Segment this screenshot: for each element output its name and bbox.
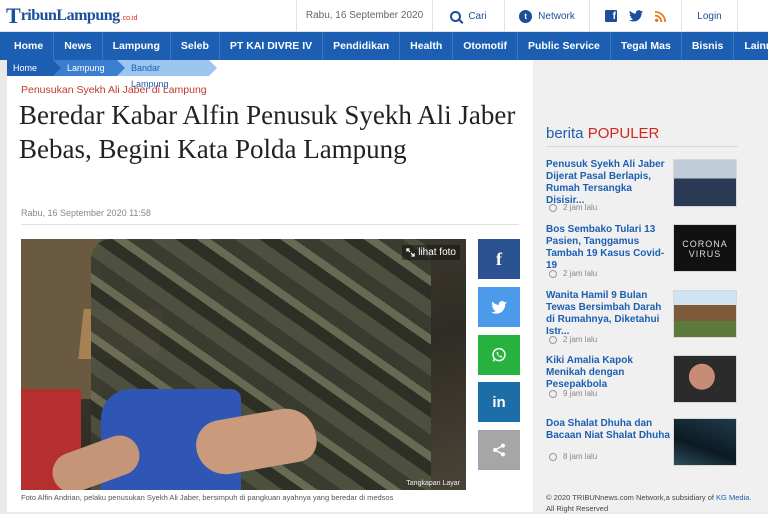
main-nav: Home News Lampung Seleb PT KAI DIVRE IV Pendi… [0,32,768,60]
article-kicker[interactable]: Penusukan Syekh Ali Jaber di Lampung [21,84,207,96]
share-facebook-button[interactable]: f [478,239,520,279]
breadcrumb-home[interactable]: Home [7,60,61,76]
popular-item-title[interactable]: Kiki Amalia Kapok Menikah dengan Pesepak… [546,355,670,391]
breadcrumb: Home Lampung Bandar Lampung [7,60,217,89]
social-links: f [590,0,682,32]
article-date: Rabu, 16 September 2020 11:58 [21,208,151,218]
popular-item-time-text: 9 jam lalu [563,389,598,398]
logo-initial: T [6,3,21,28]
thumbnail-caption: CORONA VIRUS [682,239,728,259]
article-photo[interactable]: lihat foto Tangkapan Layar [21,239,466,490]
login-link[interactable]: Login [682,0,738,32]
popular-item-thumbnail[interactable] [673,159,737,207]
current-date: Rabu, 16 September 2020 [296,0,433,32]
article-title: Beredar Kabar Alfin Penusuk Syekh Ali Ja… [19,100,516,164]
nav-item-health[interactable]: Health [400,32,454,60]
whatsapp-icon [492,347,506,362]
search-label: Cari [468,10,487,22]
breadcrumb-bandar-lampung[interactable]: Bandar Lampung [117,60,217,89]
clock-icon [549,203,557,212]
popular-item-thumbnail[interactable] [673,355,737,403]
popular-item-thumbnail[interactable]: CORONA VIRUS [673,224,737,272]
share-linkedin-button[interactable]: in [478,382,520,422]
twitter-icon [491,300,507,314]
nav-item-public-service[interactable]: Public Service [518,32,611,60]
view-photo-button[interactable]: lihat foto [402,245,460,260]
nav-item-pt-kai-divre-iv[interactable]: PT KAI DIVRE IV [220,32,324,60]
clock-icon [549,452,557,461]
nav-item-lainnya[interactable]: Lainnya [734,32,768,60]
popular-item-time: 2 jam lalu [549,269,597,278]
popular-item-time: 2 jam lalu [549,335,597,344]
site-footer: © 2020 TRIBUNnews.com Network,a subsidia… [546,492,761,514]
logo-text: ribunLampung [20,7,120,24]
divider [21,224,519,225]
popular-item-title[interactable]: Wanita Hamil 9 Bulan Tewas Bersimbah Dar… [546,290,670,338]
share-more-button[interactable] [478,430,520,470]
facebook-icon: f [496,248,502,269]
network-label: Network [538,10,575,22]
popular-item-title[interactable]: Bos Sembako Tulari 13 Pasien, Tanggamus … [546,224,670,272]
popular-item-time: 8 jam lalu [549,452,597,461]
popular-item-time: 2 jam lalu [549,203,597,212]
popular-heading: berita POPULER [546,125,659,142]
article-area: Home Lampung Bandar Lampung Penusukan Sy… [7,60,533,512]
popular-item-time: 9 jam lalu [549,389,597,398]
nav-item-bisnis[interactable]: Bisnis [682,32,735,60]
nav-item-tegal-mas[interactable]: Tegal Mas [611,32,682,60]
network-button[interactable]: t Network [505,0,590,32]
clock-icon [549,389,557,398]
view-photo-label: lihat foto [418,247,456,258]
footer-kg-link[interactable]: KG Media [716,493,749,502]
popular-item-time-text: 8 jam lalu [563,452,598,461]
sidebar: berita POPULER Penusuk Syekh Ali Jaber D… [533,60,768,514]
popular-item-title[interactable]: Penusuk Syekh Ali Jaber Dijerat Pasal Be… [546,159,670,207]
linkedin-icon: in [492,393,506,411]
search-button[interactable]: Cari [433,0,505,32]
rss-icon[interactable] [655,10,666,22]
facebook-icon[interactable]: f [605,10,617,22]
nav-item-otomotif[interactable]: Otomotif [453,32,519,60]
share-whatsapp-button[interactable] [478,335,520,375]
top-bar: TribunLampung .co.id Rabu, 16 September 2… [0,0,768,32]
popular-heading-b: POPULER [587,125,660,142]
breadcrumb-lampung[interactable]: Lampung [53,60,125,76]
footer-text: © 2020 TRIBUNnews.com Network,a subsidia… [546,493,717,502]
nav-item-lampung[interactable]: Lampung [103,32,171,60]
nav-item-home[interactable]: Home [0,32,55,60]
expand-icon [406,248,415,257]
share-twitter-button[interactable] [478,287,520,327]
popular-item-title[interactable]: Doa Shalat Dhuha dan Bacaan Niat Shalat … [546,418,670,442]
clock-icon [549,335,557,344]
logo-suffix: .co.id [120,14,138,22]
clock-icon [549,269,557,278]
popular-item-time-text: 2 jam lalu [563,269,598,278]
popular-item-time-text: 2 jam lalu [563,335,598,344]
popular-item-thumbnail[interactable] [673,290,737,338]
photo-caption: Foto Alfin Andrian, pelaku penusukan Sye… [21,493,394,502]
network-icon: t [519,9,533,23]
nav-item-seleb[interactable]: Seleb [171,32,220,60]
divider [546,146,738,147]
popular-heading-a: berita [546,125,588,142]
site-logo[interactable]: TribunLampung .co.id [6,3,138,28]
nav-item-news[interactable]: News [54,32,103,60]
popular-item-time-text: 2 jam lalu [563,203,598,212]
photo-credit: Tangkapan Layar [406,480,460,487]
search-icon [450,10,462,22]
nav-item-pendidikan[interactable]: Pendidikan [323,32,401,60]
twitter-icon[interactable] [629,10,643,22]
popular-item-thumbnail[interactable] [673,418,737,466]
share-icon [493,443,505,457]
